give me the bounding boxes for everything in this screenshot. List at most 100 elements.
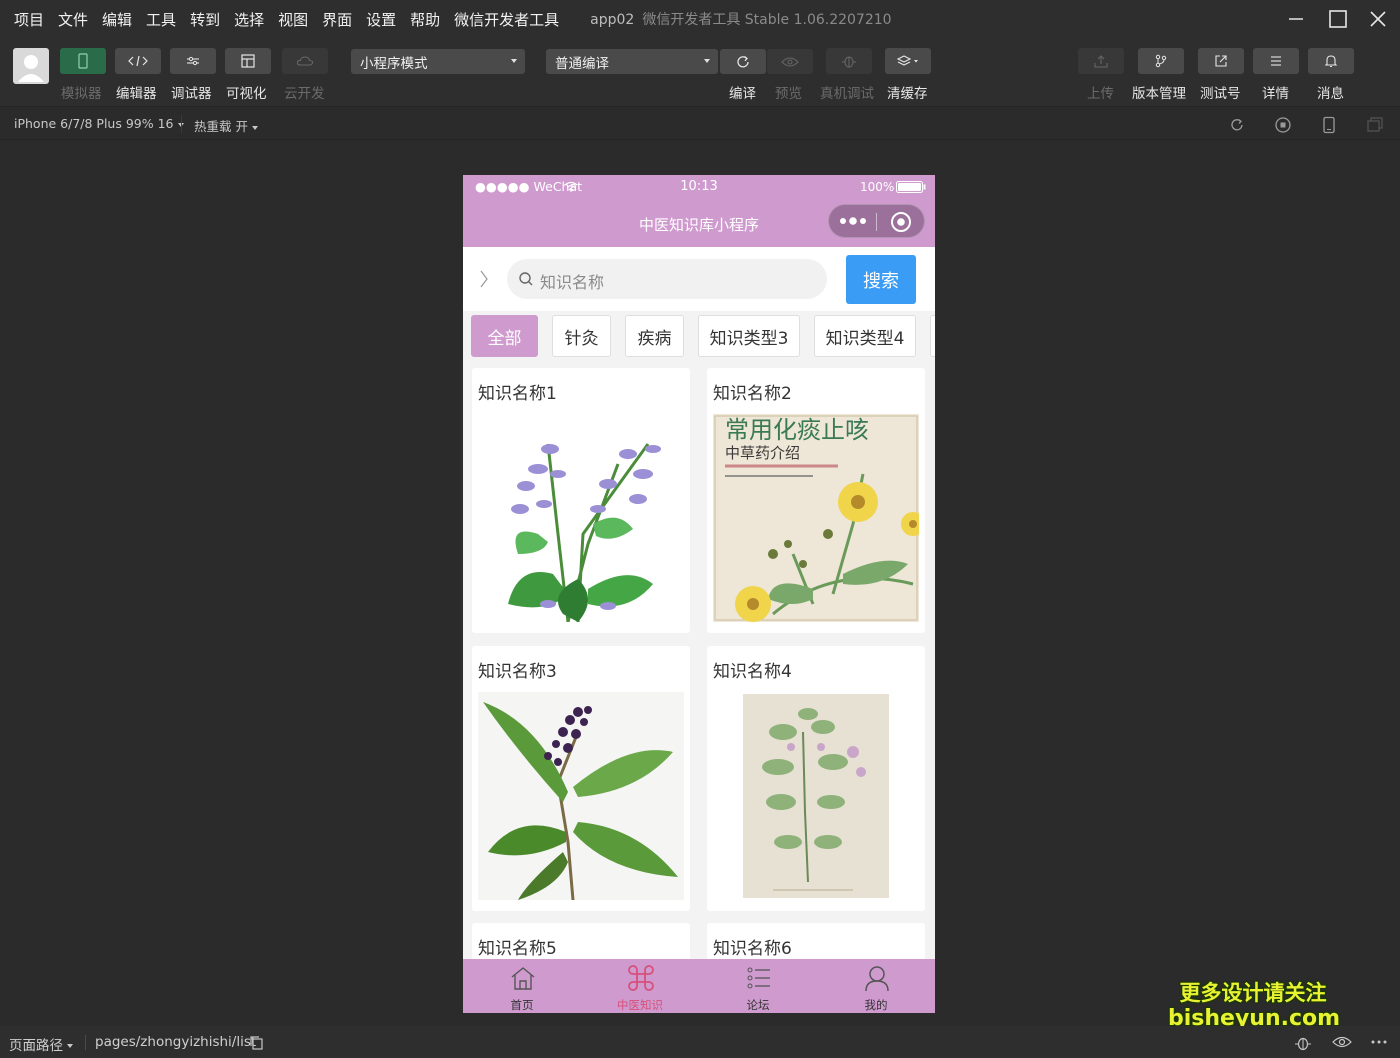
menu-wechat-devtools[interactable]: 微信开发者工具	[447, 9, 566, 30]
bell-icon	[1324, 55, 1338, 68]
test-account-label: 测试号	[1200, 86, 1241, 102]
menu-interface[interactable]: 界面	[315, 9, 359, 30]
battery-icon	[896, 181, 926, 193]
hot-reload-value: 热重载 开	[194, 119, 248, 134]
command-icon	[628, 965, 654, 991]
avatar[interactable]	[13, 48, 49, 84]
remote-debug-button[interactable]	[826, 48, 872, 74]
menu-tools[interactable]: 工具	[139, 9, 183, 30]
menu-project[interactable]: 项目	[0, 9, 51, 30]
cloud-dev-button[interactable]	[282, 48, 328, 74]
project-name: app02	[590, 12, 635, 28]
minimize-button[interactable]	[1274, 0, 1318, 38]
editor-toggle-button[interactable]	[115, 48, 161, 74]
version-control-button[interactable]	[1138, 48, 1184, 74]
details-button[interactable]	[1253, 48, 1299, 74]
watermark-line1: 更多设计请关注	[1179, 981, 1327, 1005]
simulator-toggle-button[interactable]	[60, 48, 106, 74]
knowledge-card[interactable]: 知识名称2 常用化痰止咳 中草药介绍	[707, 368, 925, 633]
maximize-icon	[1329, 10, 1347, 28]
debugger-toggle-button[interactable]	[170, 48, 216, 74]
close-window-button[interactable]	[1356, 0, 1400, 38]
tab-type3[interactable]: 知识类型3	[698, 315, 800, 357]
tab-all[interactable]: 全部	[471, 315, 538, 357]
cloud-dev-label: 云开发	[284, 86, 325, 102]
visual-label: 可视化	[226, 86, 267, 102]
menu-select[interactable]: 选择	[227, 9, 271, 30]
book-subtitle-text: 中草药介绍	[725, 444, 800, 462]
tab-type4[interactable]: 知识类型4	[814, 315, 916, 357]
tabbar-item-forum[interactable]: 论坛	[699, 959, 817, 1013]
card-title: 知识名称6	[713, 939, 792, 959]
menu-help[interactable]: 帮助	[403, 9, 447, 30]
close-target-icon[interactable]	[890, 211, 912, 233]
compile-button[interactable]	[720, 49, 766, 74]
toolbar: 模拟器 编辑器 调试器 可视化 云开发 小程序模式 普通编译 编译 预览 真机调…	[0, 38, 1400, 106]
bottom-tab-bar: 首页 中医知识 论坛 我的	[463, 959, 935, 1013]
phone-status-bar: ●●●●● WeChat 10:13 100%	[463, 175, 935, 199]
chevron-down-icon	[511, 59, 517, 63]
maximize-button[interactable]	[1316, 0, 1360, 38]
preview-label: 预览	[775, 86, 802, 102]
user-icon	[865, 966, 889, 992]
sliders-icon	[187, 56, 199, 66]
capsule-divider	[876, 213, 877, 231]
layout-icon	[241, 54, 255, 68]
window-title: app02 微信开发者工具 Stable 1.06.2207210	[590, 9, 891, 29]
knowledge-card[interactable]: 知识名称4	[707, 646, 925, 911]
menu-goto[interactable]: 转到	[183, 9, 227, 30]
copy-icon[interactable]	[249, 1035, 264, 1050]
tab-disease[interactable]: 疾病	[625, 315, 684, 357]
chevron-right-icon[interactable]	[479, 269, 489, 289]
git-branch-icon	[1155, 54, 1167, 68]
preview-button[interactable]	[767, 49, 813, 74]
tab-next-partial[interactable]	[930, 315, 935, 357]
more-dots-icon[interactable]	[839, 216, 867, 226]
menu-settings[interactable]: 设置	[359, 9, 403, 30]
test-account-button[interactable]	[1198, 48, 1244, 74]
tabbar-item-profile[interactable]: 我的	[817, 959, 935, 1013]
menu-edit[interactable]: 编辑	[95, 9, 139, 30]
chevron-down-icon	[67, 1044, 73, 1048]
search-input[interactable]: 知识名称	[507, 259, 827, 299]
card-title: 知识名称1	[478, 384, 557, 404]
book-cover-image: 常用化痰止咳 中草药介绍	[713, 414, 919, 622]
device-select[interactable]: iPhone 6/7/8 Plus 99% 16	[14, 116, 184, 131]
device-frame-icon[interactable]	[1320, 116, 1338, 134]
popout-window-icon[interactable]	[1366, 116, 1384, 134]
more-dots-icon[interactable]	[1370, 1039, 1388, 1045]
knowledge-card[interactable]: 知识名称1	[472, 368, 690, 633]
menu-file[interactable]: 文件	[51, 9, 95, 30]
eye-icon[interactable]	[1332, 1035, 1352, 1049]
code-icon	[128, 55, 148, 67]
search-row: 知识名称 搜索	[463, 247, 935, 311]
upload-label: 上传	[1087, 86, 1114, 102]
search-button[interactable]: 搜索	[846, 255, 916, 304]
minimize-icon	[1289, 18, 1303, 20]
simulator-screen: ●●●●● WeChat 10:13 100% 中医知识库小程序 知识名称 搜索…	[463, 175, 935, 1013]
rotate-icon[interactable]	[1228, 116, 1246, 134]
tabbar-item-home[interactable]: 首页	[463, 959, 581, 1013]
category-tabs: 全部 针灸 疾病 知识类型3 知识类型4	[463, 311, 935, 363]
compile-mode-select[interactable]: 普通编译	[546, 49, 718, 74]
upload-button[interactable]	[1078, 48, 1124, 74]
herb-illustration-sage	[478, 414, 684, 622]
tabbar-item-tcm-knowledge[interactable]: 中医知识	[581, 959, 699, 1013]
tab-acupuncture[interactable]: 针灸	[552, 315, 611, 357]
messages-button[interactable]	[1308, 48, 1354, 74]
version-control-label: 版本管理	[1132, 86, 1186, 102]
page-path-toggle[interactable]: 页面路径	[9, 1034, 73, 1054]
hot-reload-toggle[interactable]: 热重载 开	[194, 116, 258, 135]
bug-icon	[842, 56, 856, 68]
knowledge-card[interactable]: 知识名称3	[472, 646, 690, 911]
visual-toggle-button[interactable]	[225, 48, 271, 74]
device-select-value: iPhone 6/7/8 Plus 99% 16	[14, 116, 174, 131]
mode-select[interactable]: 小程序模式	[351, 49, 525, 74]
details-label: 详情	[1262, 86, 1289, 102]
mini-program-capsule	[828, 204, 925, 238]
clear-cache-button[interactable]	[885, 48, 931, 74]
menu-view[interactable]: 视图	[271, 9, 315, 30]
bug-icon[interactable]	[1294, 1034, 1312, 1052]
stop-record-icon[interactable]	[1274, 116, 1292, 134]
eye-icon	[781, 56, 799, 67]
